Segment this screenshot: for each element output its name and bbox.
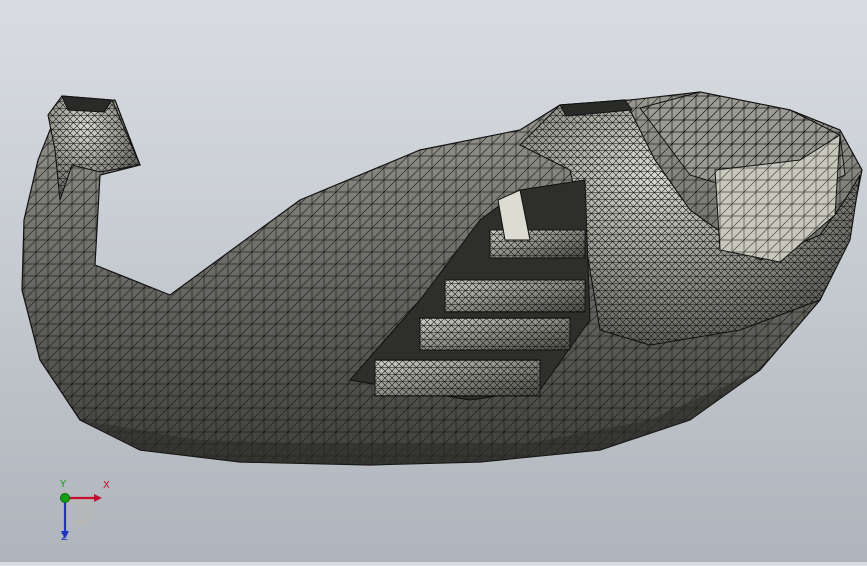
boat-mesh-model[interactable] bbox=[0, 0, 867, 562]
x-axis-arrow bbox=[94, 494, 102, 502]
y-axis-dot bbox=[60, 493, 70, 503]
y-axis-label: Y bbox=[60, 479, 67, 490]
x-axis-label: X bbox=[103, 480, 110, 491]
graphics-viewport[interactable] bbox=[0, 0, 867, 562]
coordinate-triad: X Y Z bbox=[40, 478, 120, 548]
z-axis-label: Z bbox=[61, 532, 68, 543]
